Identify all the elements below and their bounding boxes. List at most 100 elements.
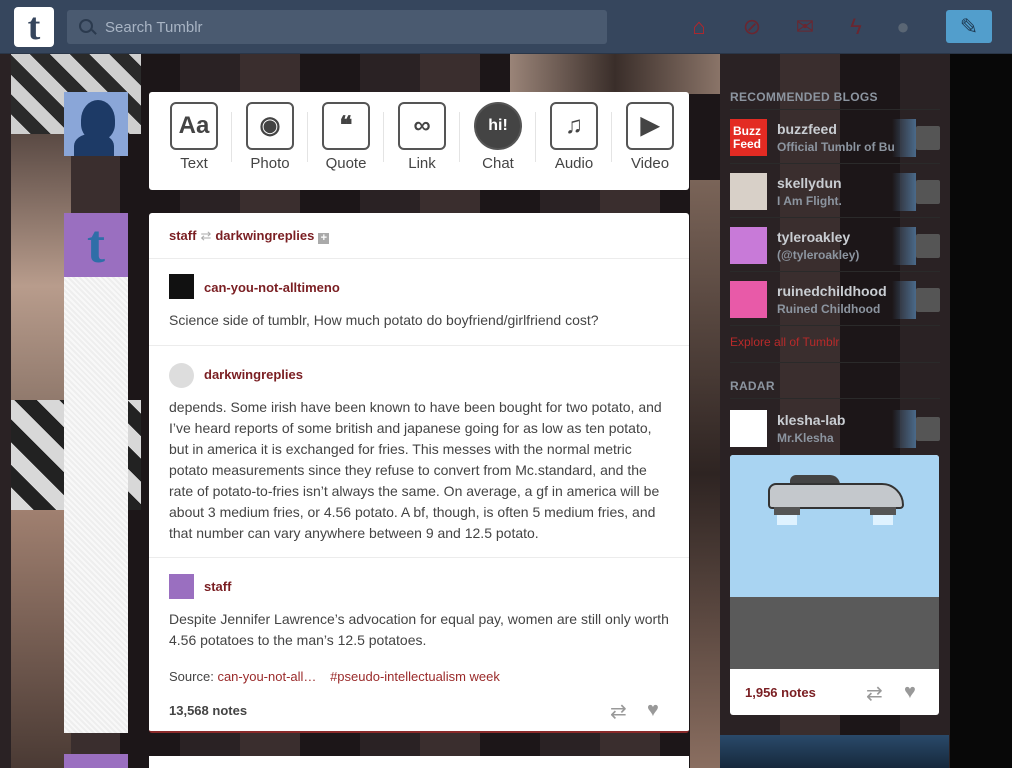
thread-avatar[interactable] [169, 363, 194, 388]
blog-avatar [730, 410, 767, 447]
background-tile [950, 54, 1012, 768]
divider [730, 362, 940, 363]
recommended-blog[interactable]: skellydun I Am Flight. [730, 173, 940, 211]
post-type-audio[interactable]: ♫ Audio [536, 92, 612, 190]
divider [149, 258, 689, 259]
reblog-small-icon: ⇄ [200, 228, 212, 243]
thread-text: Despite Jennifer Lawrence’s advocation f… [169, 611, 669, 648]
hover-glow [777, 515, 797, 525]
radar-blog[interactable]: klesha-lab Mr.Klesha [730, 410, 940, 448]
notes-count[interactable]: 13,568 notes [169, 703, 247, 718]
car-wheel [774, 507, 800, 515]
staff-avatar[interactable]: t [64, 213, 128, 277]
post-type-video[interactable]: ▶ Video [612, 92, 688, 190]
radar-image[interactable] [730, 455, 939, 669]
next-post-avatar[interactable] [64, 754, 128, 768]
post-type-label: Video [630, 155, 670, 172]
blog-avatar: Buzz Feed [730, 119, 767, 156]
divider [730, 398, 940, 399]
avatar-silhouette [81, 100, 115, 140]
photo-icon: ◉ [246, 102, 294, 150]
fade-overlay [892, 227, 916, 265]
poster-name[interactable]: staff [169, 228, 196, 243]
home-icon[interactable]: ⌂ [686, 14, 712, 40]
search-input[interactable] [105, 10, 595, 44]
blog-avatar [730, 227, 767, 264]
avatar-rail [64, 213, 128, 733]
follow-button[interactable] [916, 234, 940, 258]
post-type-label: Chat [482, 155, 514, 172]
thread-avatar[interactable] [169, 574, 194, 599]
post-type-bar: Aa Text ◉ Photo ❝ Quote ∞ Link hi! Chat … [149, 92, 689, 190]
follow-button[interactable] [916, 288, 940, 312]
post-header: staff ⇄ darkwingreplies + [169, 228, 330, 244]
reblog-icon[interactable]: ⇄ [610, 699, 627, 724]
top-header: t ⌂ ⊘ ✉ ϟ ● ✎ [0, 0, 1012, 54]
recommended-blog[interactable]: ruinedchildhood Ruined Childhood [730, 281, 940, 319]
follow-button[interactable] [916, 180, 940, 204]
thread-blog-name[interactable]: darkwingreplies [204, 367, 303, 382]
radar-post-card: 1,956 notes ⇄ ♥ [730, 455, 939, 715]
divider [730, 325, 940, 326]
background-tile [690, 180, 720, 768]
thread-blog-name[interactable]: staff [204, 579, 231, 594]
blog-name: skellydun [777, 175, 842, 191]
background-tile [11, 510, 71, 768]
blog-name: buzzfeed [777, 121, 837, 137]
fade-overlay [892, 173, 916, 211]
post-source: Source: can-you-not-all… #pseudo-intelle… [169, 669, 500, 684]
like-heart-icon[interactable]: ♥ [647, 699, 659, 722]
inbox-icon[interactable]: ✉ [792, 14, 818, 40]
reblogged-from-name[interactable]: darkwingreplies [215, 228, 314, 243]
recommended-blog[interactable]: tyleroakley (@tyleroakley) [730, 227, 940, 265]
hover-glow [873, 515, 893, 525]
compose-button[interactable]: ✎ [946, 10, 992, 43]
post-type-link[interactable]: ∞ Link [384, 92, 460, 190]
post-type-chat[interactable]: hi! Chat [460, 92, 536, 190]
divider [149, 557, 689, 558]
explore-link[interactable]: Explore all of Tumblr [730, 335, 839, 349]
video-icon: ▶ [626, 102, 674, 150]
user-avatar[interactable] [64, 92, 128, 156]
tumblr-logo-icon[interactable]: t [14, 7, 54, 47]
blog-name: klesha-lab [777, 412, 846, 428]
audio-icon: ♫ [550, 102, 598, 150]
follow-button[interactable] [916, 417, 940, 441]
divider [730, 109, 940, 110]
follow-plus-icon[interactable]: + [318, 233, 330, 244]
post-type-label: Text [180, 155, 208, 172]
thread-avatar[interactable] [169, 274, 194, 299]
post-type-label: Link [408, 155, 436, 172]
radar-heading: RADAR [730, 379, 775, 393]
radar-notes-count[interactable]: 1,956 notes [745, 685, 816, 700]
reblog-icon[interactable]: ⇄ [866, 681, 883, 706]
post-type-text[interactable]: Aa Text [156, 92, 232, 190]
like-heart-icon[interactable]: ♥ [904, 681, 916, 704]
search-box[interactable] [67, 10, 607, 44]
post-card: staff ⇄ darkwingreplies + can-you-not-allti… [149, 213, 689, 733]
thread-blog-name[interactable]: can-you-not-alltimeno [204, 280, 340, 295]
divider [730, 163, 940, 164]
explore-icon[interactable]: ⊘ [739, 14, 765, 40]
car-wheel [870, 507, 896, 515]
quote-icon: ❝ [322, 102, 370, 150]
fade-overlay [892, 410, 916, 448]
search-icon [79, 19, 93, 33]
sidebar-bottom [720, 735, 949, 768]
background-tile [1012, 0, 1024, 768]
post-type-quote[interactable]: ❝ Quote [308, 92, 384, 190]
recommended-blog[interactable]: Buzz Feed buzzfeed Official Tumblr of Bu [730, 119, 940, 157]
account-icon[interactable]: ● [890, 14, 916, 40]
blog-name: ruinedchildhood [777, 283, 887, 299]
post-tag[interactable]: #pseudo-intellectualism week [330, 669, 500, 684]
pencil-icon: ✎ [959, 14, 979, 39]
post-type-photo[interactable]: ◉ Photo [232, 92, 308, 190]
blog-name: tyleroakley [777, 229, 851, 245]
source-link[interactable]: can-you-not-all… [217, 669, 316, 684]
background-tile [510, 54, 720, 94]
divider [730, 271, 940, 272]
activity-icon[interactable]: ϟ [843, 14, 869, 40]
post-type-label: Audio [554, 155, 594, 172]
image-ground [730, 597, 939, 669]
follow-button[interactable] [916, 126, 940, 150]
